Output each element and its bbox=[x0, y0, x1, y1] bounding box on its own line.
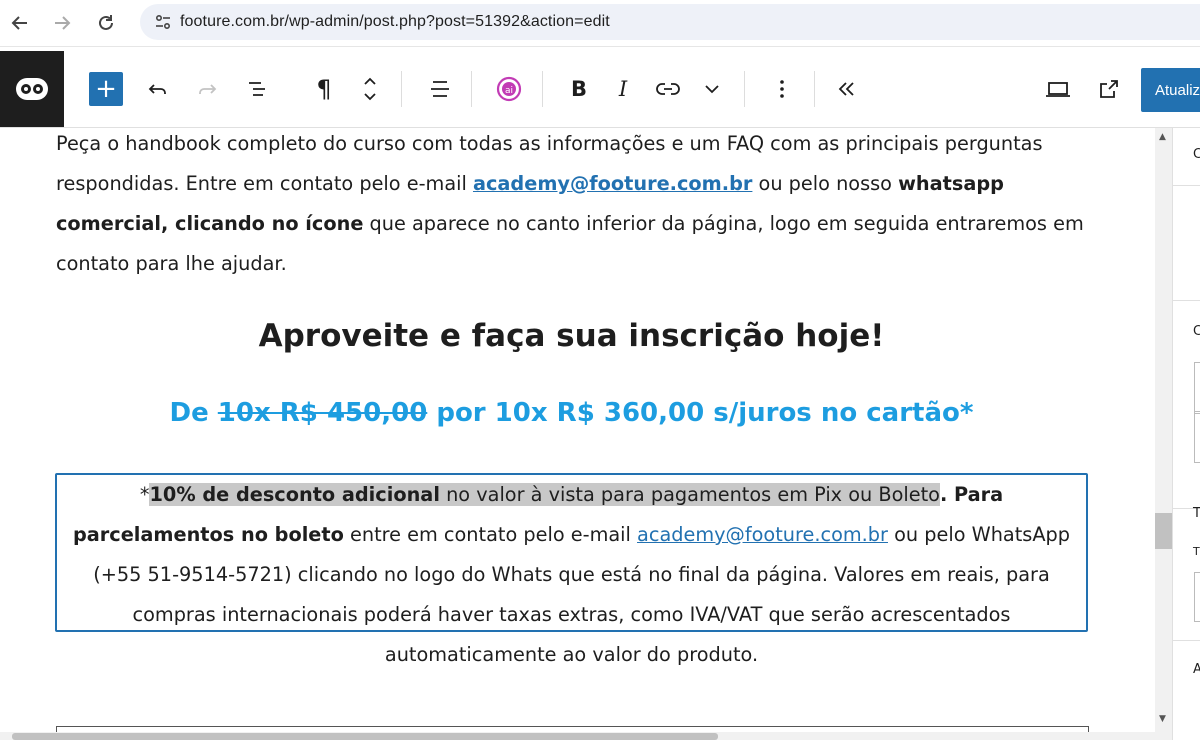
add-block-button[interactable]: + bbox=[89, 72, 123, 106]
old-price: 10x R$ 450,00 bbox=[217, 398, 428, 428]
sidebar-label: C bbox=[1193, 324, 1200, 339]
preview-device-icon[interactable] bbox=[1041, 72, 1075, 106]
sidebar-label: A bbox=[1193, 662, 1200, 677]
address-bar[interactable]: footure.com.br/wp-admin/post.php?post=51… bbox=[140, 4, 1200, 40]
sidebar-label: T bbox=[1193, 545, 1200, 558]
svg-text:ai: ai bbox=[505, 86, 513, 96]
sidebar-label: T bbox=[1193, 506, 1200, 521]
handbook-paragraph[interactable]: Peça o handbook completo do curso com to… bbox=[56, 128, 1096, 284]
url-text: footure.com.br/wp-admin/post.php?post=51… bbox=[180, 13, 610, 30]
view-post-external-icon[interactable] bbox=[1092, 72, 1126, 106]
redo-icon[interactable] bbox=[190, 72, 224, 106]
email-link[interactable]: academy@footure.com.br bbox=[473, 172, 752, 195]
move-up-down-icon[interactable] bbox=[353, 72, 387, 106]
update-button[interactable]: Atualiz bbox=[1141, 68, 1200, 112]
vertical-scroll-thumb[interactable] bbox=[1155, 513, 1172, 549]
selected-text-highlight: 10% de desconto adicional no valor à vis… bbox=[149, 483, 940, 506]
align-icon[interactable] bbox=[423, 72, 457, 106]
price-line[interactable]: De 10x R$ 450,00 por 10x R$ 360,00 s/jur… bbox=[0, 398, 1143, 428]
selected-notice-block[interactable]: *10% de desconto adicional no valor à vi… bbox=[55, 473, 1088, 666]
link-icon[interactable] bbox=[651, 72, 685, 106]
document-overview-icon[interactable] bbox=[241, 72, 275, 106]
horizontal-scroll-thumb[interactable] bbox=[12, 733, 718, 740]
collapse-toolbar-icon[interactable] bbox=[830, 72, 864, 106]
more-formatting-chevron-icon[interactable] bbox=[695, 72, 729, 106]
sidebar-label: C bbox=[1193, 147, 1200, 162]
signup-heading[interactable]: Aproveite e faça sua inscrição hoje! bbox=[0, 318, 1143, 354]
editor-canvas: Peça o handbook completo do curso com to… bbox=[0, 128, 1155, 740]
scroll-up-arrow-icon[interactable]: ▲ bbox=[1159, 132, 1166, 142]
scroll-down-arrow-icon[interactable]: ▼ bbox=[1159, 714, 1166, 724]
site-info-icon[interactable] bbox=[146, 13, 180, 31]
undo-icon[interactable] bbox=[141, 72, 175, 106]
notice-email-link[interactable]: academy@footure.com.br bbox=[637, 523, 888, 546]
vertical-scrollbar[interactable] bbox=[1155, 128, 1172, 732]
editor-toolbar: + ¶ ai B I Atualiz bbox=[0, 51, 1200, 128]
sidebar-field[interactable] bbox=[1194, 362, 1200, 414]
forward-icon[interactable] bbox=[44, 5, 80, 41]
italic-icon[interactable]: I bbox=[606, 72, 640, 106]
reload-icon[interactable] bbox=[88, 5, 124, 41]
ai-assistant-icon[interactable]: ai bbox=[492, 72, 526, 106]
sidebar-field[interactable] bbox=[1194, 411, 1200, 463]
browser-bar: footure.com.br/wp-admin/post.php?post=51… bbox=[0, 0, 1200, 47]
site-logo-icon[interactable] bbox=[0, 51, 64, 127]
back-icon[interactable] bbox=[2, 5, 38, 41]
paragraph-icon[interactable]: ¶ bbox=[307, 72, 341, 106]
sidebar-input[interactable] bbox=[1194, 572, 1200, 622]
options-kebab-icon[interactable] bbox=[765, 72, 799, 106]
bold-icon[interactable]: B bbox=[562, 72, 596, 106]
